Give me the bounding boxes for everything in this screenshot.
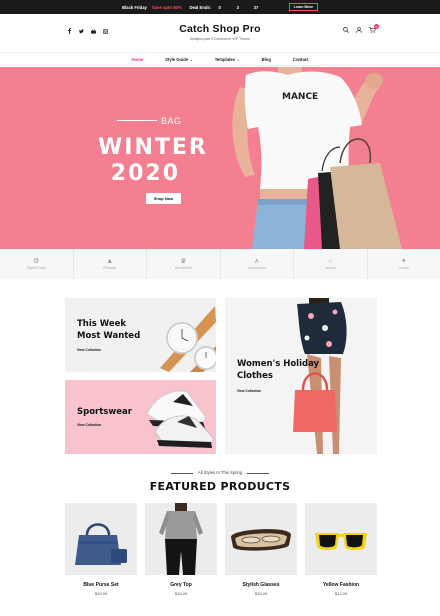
countdown-minutes: 37 [253,4,259,10]
product-image[interactable] [305,503,377,575]
site-header: Catch Shop Pro Multipurpose ECommerce WP… [0,14,440,50]
brand-logo[interactable]: ⚙ Digital Code [0,249,74,279]
cart-icon[interactable]: 0 [369,24,379,33]
main-navigation: Home Style Guide ⌄ Templates ⌄ Blog Contac… [0,52,440,66]
product-card[interactable]: Yellow Fashion $12.00 [305,503,377,596]
collection-card-womens-holiday[interactable]: Women's Holiday Clothes View Collection [225,298,377,454]
header-actions: 0 [343,24,379,33]
collection-card-sportswear[interactable]: Sportswear View Collection [65,380,216,454]
nav-item-style-guide[interactable]: Style Guide ⌄ [165,57,193,62]
promo-bar: Black Friday Save upto 50% Deal Ends: 0 … [0,0,440,14]
featured-title: FEATURED PRODUCTS [149,480,291,493]
view-collection-link[interactable]: View Collection [237,389,261,393]
collection-title: Women's Holiday Clothes [237,359,320,381]
chevron-down-icon: ⌄ [190,57,193,62]
product-name[interactable]: Blue Purse Set [65,582,137,588]
featured-subtitle: All Styles In This Spring [170,470,270,475]
promo-text: Black Friday [121,4,147,10]
promo-discount: Save upto 50% [151,4,182,10]
product-image[interactable] [65,503,137,575]
shirt-print-text: MANCE [282,92,318,102]
product-card[interactable]: Stylish Glasses $35.00 [225,503,297,596]
product-name[interactable]: Grey Top [145,582,217,588]
countdown-hours: 3 [236,4,239,10]
view-collection-link[interactable]: View Collection [77,423,101,427]
learn-more-button[interactable]: Learn More [288,3,318,11]
search-icon[interactable] [343,27,349,33]
luxury-logo-icon: ✦ [400,258,407,265]
hero-subtitle: BAG [161,116,182,126]
brand-logo[interactable]: ○ Jewelry [294,249,368,279]
deal-label: Deal Ends: [189,4,212,10]
product-name[interactable]: Yellow Fashion [305,582,377,588]
brand-logo[interactable]: ▲ Pinnacle [74,249,147,279]
nav-item-label: Style Guide [165,56,189,62]
brand-logo[interactable]: ∧ Accessories [221,249,294,279]
hanger-logo-icon: ∧ [254,258,260,265]
product-image[interactable] [225,503,297,575]
product-name[interactable]: Stylish Glasses [225,582,297,588]
view-collection-link[interactable]: View Collection [77,348,101,352]
collection-card-most-wanted[interactable]: This Week Most Wanted View Collection [65,298,216,372]
product-price: $15.00 [174,591,188,596]
hero-title-line2: 2020 [110,161,180,186]
product-price: $29.99 [94,591,108,596]
nav-item-label: Templates [214,56,236,62]
nav-item-contact[interactable]: Contact [293,57,309,62]
collection-title: This Week Most Wanted [77,319,141,341]
chevron-down-icon: ⌄ [237,57,240,62]
product-card[interactable]: Blue Purse Set $29.99 [65,503,137,596]
brand-logo[interactable]: ♛ Wonderfolk [147,249,221,279]
shop-now-button[interactable]: Shop Now [146,193,181,204]
nav-item-blog[interactable]: Blog [262,57,271,62]
hero-model-image: MANCE [232,67,402,249]
product-card[interactable]: Grey Top $15.00 [145,503,217,596]
site-tagline: Multipurpose ECommerce WP Theme [189,37,251,41]
ring-logo-icon: ○ [328,258,333,265]
hero-title-line1: WINTER [98,135,208,160]
hero-title: WINTER 2020 [98,135,208,187]
nav-item-home[interactable]: Home [131,57,143,62]
brand-logo[interactable]: ✦ Luxury [368,249,440,279]
user-icon[interactable] [356,27,362,33]
gear-logo-icon: ⚙ [33,258,40,265]
product-image[interactable] [145,503,217,575]
brand-logos-strip: ⚙ Digital Code ▲ Pinnacle ♛ Wonderfolk ∧ Acc… [0,249,440,279]
hero-subtitle-line [117,120,157,121]
hero-banner: MANCE BAG WINTER 2020 Shop Now [0,67,440,249]
product-price: $35.00 [254,591,268,596]
mountain-logo-icon: ▲ [106,258,114,265]
collection-title: Sportswear [77,407,132,417]
cart-count-badge: 0 [374,24,379,29]
crown-logo-icon: ♛ [180,258,187,265]
nav-item-templates[interactable]: Templates ⌄ [215,57,240,62]
product-price: $12.00 [334,591,348,596]
countdown-days: 0 [218,4,221,10]
